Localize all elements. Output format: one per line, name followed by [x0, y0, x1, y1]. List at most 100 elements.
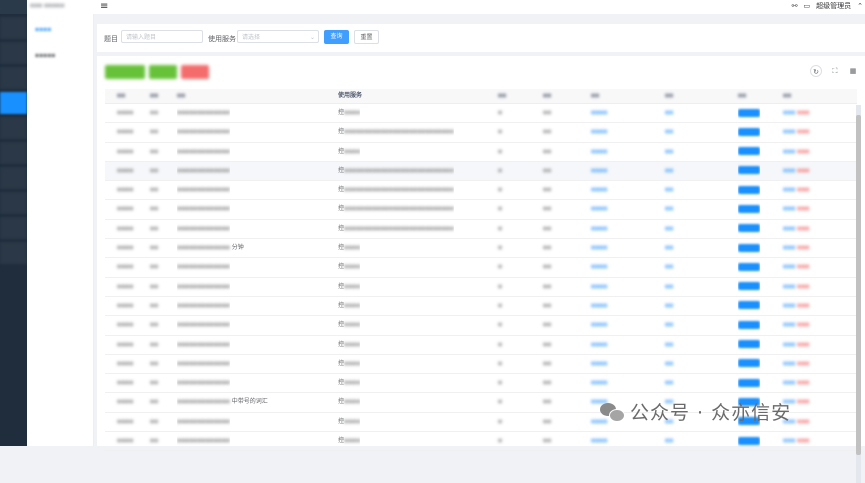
delete-button[interactable]	[181, 65, 209, 79]
delete-action[interactable]: ▪▪▪	[797, 244, 809, 251]
edit-action[interactable]: ▪▪▪	[783, 360, 795, 367]
delete-action[interactable]: ▪▪▪	[797, 398, 809, 405]
row-actions[interactable]: ▪▪▪ ▪▪▪	[783, 297, 809, 315]
delete-action[interactable]: ▪▪▪	[797, 167, 809, 174]
columns-icon[interactable]: ▦	[847, 65, 859, 77]
table-row[interactable]: ▪▪▪▪ ▪▪ ▪▪▪▪▪▪▪▪▪▪▪▪▪ 控▪▪▪▪ ▪ ▪▪ ▪▪▪▪ ▪▪ ▪▪▪ ▪▪…	[105, 104, 857, 124]
submenu-item-active[interactable]: ▪▪▪▪	[35, 26, 51, 33]
table-row[interactable]: ▪▪▪▪ ▪▪ ▪▪▪▪▪▪▪▪▪▪▪▪▪ 控▪▪▪▪ ▪ ▪▪ ▪▪▪▪ ▪▪ ▪▪▪ ▪▪…	[105, 374, 857, 394]
row-actions[interactable]: ▪▪▪ ▪▪▪	[783, 104, 809, 122]
row-link[interactable]: ▪▪	[665, 239, 673, 257]
edit-action[interactable]: ▪▪▪	[783, 321, 795, 328]
delete-action[interactable]: ▪▪▪	[797, 341, 809, 348]
row-link[interactable]: ▪▪	[665, 355, 673, 373]
delete-action[interactable]: ▪▪▪	[797, 205, 809, 212]
row-link[interactable]: ▪▪	[665, 297, 673, 315]
edit-action[interactable]: ▪▪▪	[783, 186, 795, 193]
row-link[interactable]: ▪▪	[665, 162, 673, 180]
row-link[interactable]: ▪▪▪▪	[591, 297, 607, 315]
header-checkbox[interactable]: ▪▪	[117, 89, 125, 103]
table-row[interactable]: ▪▪▪▪ ▪▪ ▪▪▪▪▪▪▪▪▪▪▪▪▪ 控▪▪▪▪ ▪ ▪▪ ▪▪▪▪ ▪▪ ▪▪▪ ▪▪…	[105, 355, 857, 375]
row-actions[interactable]: ▪▪▪ ▪▪▪	[783, 355, 809, 373]
table-row[interactable]: ▪▪▪▪ ▪▪ ▪▪▪▪▪▪▪▪▪▪▪▪▪ 控▪▪▪▪ ▪ ▪▪ ▪▪▪▪ ▪▪ ▪▪▪ ▪▪…	[105, 432, 857, 452]
sidebar-nav-item[interactable]	[0, 242, 27, 264]
menu-toggle-icon[interactable]: ≡	[100, 1, 108, 12]
edit-action[interactable]: ▪▪▪	[783, 128, 795, 135]
sidebar-nav-item[interactable]	[0, 142, 27, 164]
table-row[interactable]: ▪▪▪▪ ▪▪ ▪▪▪▪▪▪▪▪▪▪▪▪▪ 控▪▪▪▪ ▪ ▪▪ ▪▪▪▪ ▪▪ ▪▪▪ ▪▪…	[105, 258, 857, 278]
row-actions[interactable]: ▪▪▪ ▪▪▪	[783, 200, 809, 218]
delete-action[interactable]: ▪▪▪	[797, 360, 809, 367]
row-link[interactable]: ▪▪▪▪	[591, 181, 607, 199]
link-icon[interactable]: ⚯	[792, 2, 798, 10]
delete-action[interactable]: ▪▪▪	[797, 263, 809, 270]
row-actions[interactable]: ▪▪▪ ▪▪▪	[783, 181, 809, 199]
delete-action[interactable]: ▪▪▪	[797, 283, 809, 290]
edit-action[interactable]: ▪▪▪	[783, 205, 795, 212]
user-name[interactable]: 超级管理员	[816, 1, 851, 11]
sidebar-nav-item-active[interactable]	[0, 92, 27, 114]
sidebar-nav-item[interactable]	[0, 117, 27, 139]
row-link[interactable]: ▪▪▪▪	[591, 316, 607, 334]
row-link[interactable]: ▪▪	[665, 220, 673, 238]
row-link[interactable]: ▪▪▪▪	[591, 278, 607, 296]
row-link[interactable]: ▪▪	[665, 278, 673, 296]
edit-action[interactable]: ▪▪▪	[783, 341, 795, 348]
edit-action[interactable]: ▪▪▪	[783, 109, 795, 116]
table-row[interactable]: ▪▪▪▪ ▪▪ ▪▪▪▪▪▪▪▪▪▪▪▪▪ 控▪▪▪▪ ▪ ▪▪ ▪▪▪▪ ▪▪ ▪▪▪ ▪▪…	[105, 278, 857, 297]
row-link[interactable]: ▪▪	[665, 143, 673, 161]
row-link[interactable]: ▪▪	[665, 258, 673, 276]
delete-action[interactable]: ▪▪▪	[797, 302, 809, 309]
row-link[interactable]: ▪▪	[665, 181, 673, 199]
chevron-up-icon[interactable]: ⌃	[857, 2, 863, 10]
delete-action[interactable]: ▪▪▪	[797, 225, 809, 232]
row-actions[interactable]: ▪▪▪ ▪▪▪	[783, 258, 809, 276]
row-link[interactable]: ▪▪	[665, 200, 673, 218]
sidebar-nav-item[interactable]	[0, 167, 27, 189]
edit-action[interactable]: ▪▪▪	[783, 225, 795, 232]
delete-action[interactable]: ▪▪▪	[797, 148, 809, 155]
delete-action[interactable]: ▪▪▪	[797, 379, 809, 386]
delete-action[interactable]: ▪▪▪	[797, 321, 809, 328]
refresh-icon[interactable]: ↻	[810, 65, 822, 77]
reset-button[interactable]: 重置	[354, 30, 379, 44]
edit-action[interactable]: ▪▪▪	[783, 283, 795, 290]
table-row[interactable]: ▪▪▪▪ ▪▪ ▪▪▪▪▪▪▪▪▪▪▪▪▪ 控▪▪▪▪▪▪▪▪▪▪▪▪▪▪▪▪▪▪▪…	[105, 200, 857, 220]
row-link[interactable]: ▪▪	[665, 432, 673, 450]
title-input[interactable]: 请输入题目	[121, 30, 203, 43]
row-actions[interactable]: ▪▪▪ ▪▪▪	[783, 316, 809, 334]
row-link[interactable]: ▪▪	[665, 374, 673, 392]
row-link[interactable]: ▪▪▪▪	[591, 123, 607, 141]
search-button[interactable]: 查询	[324, 30, 349, 44]
table-row[interactable]: ▪▪▪▪ ▪▪ ▪▪▪▪▪▪▪▪▪▪▪▪▪ 控▪▪▪▪▪▪▪▪▪▪▪▪▪▪▪▪▪▪▪…	[105, 123, 857, 143]
fullscreen-icon[interactable]: ⛶	[829, 65, 841, 77]
delete-action[interactable]: ▪▪▪	[797, 186, 809, 193]
edit-action[interactable]: ▪▪▪	[783, 148, 795, 155]
add-button[interactable]	[105, 65, 145, 79]
edit-button[interactable]	[149, 65, 177, 79]
row-actions[interactable]: ▪▪▪ ▪▪▪	[783, 432, 809, 450]
row-link[interactable]: ▪▪▪▪	[591, 355, 607, 373]
delete-action[interactable]: ▪▪▪	[797, 437, 809, 444]
edit-action[interactable]: ▪▪▪	[783, 244, 795, 251]
row-link[interactable]: ▪▪▪▪	[591, 104, 607, 122]
row-link[interactable]: ▪▪	[665, 316, 673, 334]
edit-action[interactable]: ▪▪▪	[783, 167, 795, 174]
row-link[interactable]: ▪▪▪▪	[591, 432, 607, 450]
sidebar-nav-item[interactable]	[0, 217, 27, 239]
submenu-item[interactable]: ▪▪▪▪▪	[35, 52, 55, 59]
sidebar-nav-item[interactable]	[0, 17, 27, 39]
row-actions[interactable]: ▪▪▪ ▪▪▪	[783, 336, 809, 354]
row-actions[interactable]: ▪▪▪ ▪▪▪	[783, 123, 809, 141]
row-actions[interactable]: ▪▪▪ ▪▪▪	[783, 162, 809, 180]
row-link[interactable]: ▪▪	[665, 336, 673, 354]
table-row[interactable]: ▪▪▪▪ ▪▪ ▪▪▪▪▪▪▪▪▪▪▪▪▪ 控▪▪▪▪ ▪ ▪▪ ▪▪▪▪ ▪▪ ▪▪▪ ▪▪…	[105, 316, 857, 336]
row-actions[interactable]: ▪▪▪ ▪▪▪	[783, 374, 809, 392]
sidebar-nav-item[interactable]	[0, 67, 27, 89]
edit-action[interactable]: ▪▪▪	[783, 379, 795, 386]
table-row[interactable]: ▪▪▪▪ ▪▪ ▪▪▪▪▪▪▪▪▪▪▪▪▪ 控▪▪▪▪ ▪ ▪▪ ▪▪▪▪ ▪▪ ▪▪▪ ▪▪…	[105, 143, 857, 162]
row-link[interactable]: ▪▪▪▪	[591, 239, 607, 257]
row-actions[interactable]: ▪▪▪ ▪▪▪	[783, 143, 809, 161]
row-link[interactable]: ▪▪	[665, 123, 673, 141]
edit-action[interactable]: ▪▪▪	[783, 437, 795, 444]
